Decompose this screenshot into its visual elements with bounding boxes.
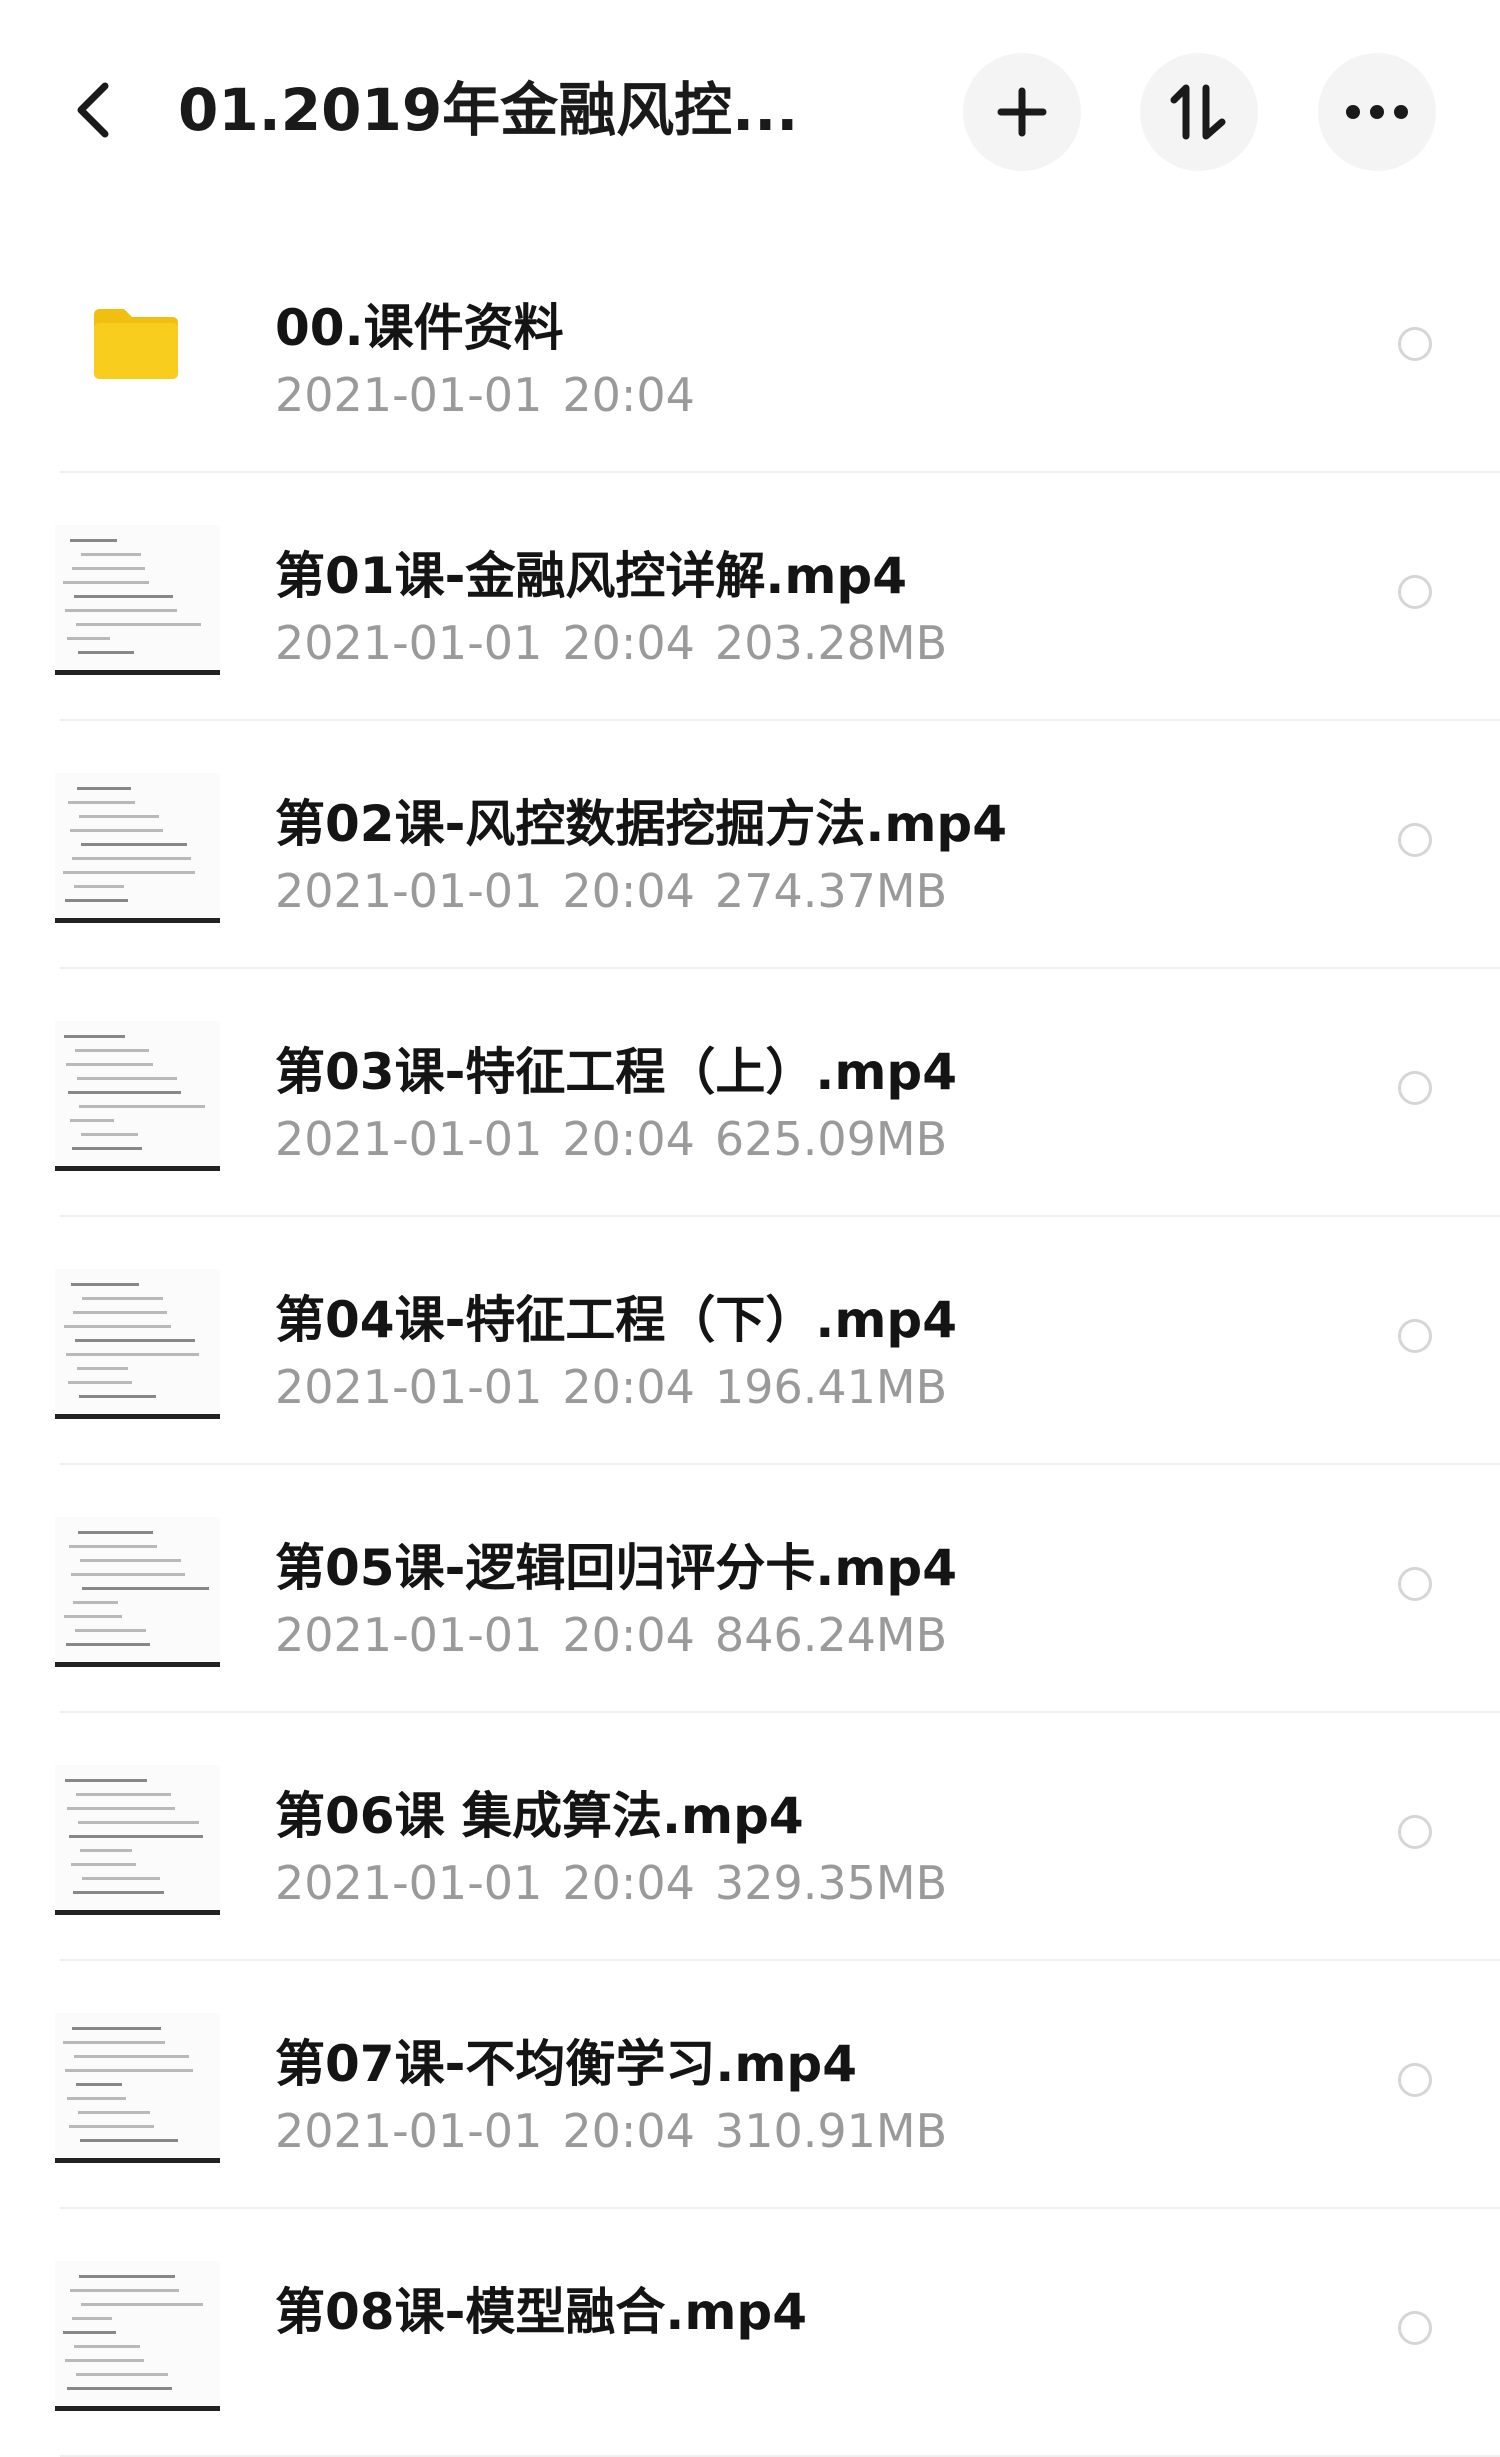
folder-icon xyxy=(94,309,178,379)
file-row[interactable]: 第01课-金融风控详解.mp4 2021-01-01 20:04 203.28MB xyxy=(0,473,1500,721)
file-time: 20:04 xyxy=(562,368,695,422)
sort-icon xyxy=(1170,84,1226,140)
select-radio[interactable] xyxy=(1398,1319,1432,1353)
file-meta: 2021-01-01 20:04 846.24MB xyxy=(275,1603,1325,1667)
file-size: 196.41MB xyxy=(714,1360,948,1414)
ellipsis-icon xyxy=(1346,105,1408,119)
file-size: 310.91MB xyxy=(714,2104,948,2158)
file-size: 203.28MB xyxy=(714,616,948,670)
file-meta xyxy=(275,2347,1325,2411)
file-name: 第03课-特征工程（上）.mp4 xyxy=(275,1043,958,1101)
file-time: 20:04 xyxy=(562,1360,695,1414)
file-row[interactable]: 第05课-逻辑回归评分卡.mp4 2021-01-01 20:04 846.24MB xyxy=(0,1465,1500,1713)
file-name: 第02课-风控数据挖掘方法.mp4 xyxy=(275,795,1008,853)
file-date: 2021-01-01 xyxy=(275,616,543,670)
file-time: 20:04 xyxy=(562,1856,695,1910)
video-thumbnail xyxy=(55,1517,220,1667)
file-date: 2021-01-01 xyxy=(275,864,543,918)
file-row[interactable]: 第08课-模型融合.mp4 xyxy=(0,2209,1500,2457)
video-thumbnail xyxy=(55,1765,220,1915)
file-size: 274.37MB xyxy=(714,864,948,918)
select-radio[interactable] xyxy=(1398,1071,1432,1105)
file-name: 第06课 集成算法.mp4 xyxy=(275,1787,804,1845)
file-row[interactable]: 第04课-特征工程（下）.mp4 2021-01-01 20:04 196.41MB xyxy=(0,1217,1500,1465)
file-row[interactable]: 第02课-风控数据挖掘方法.mp4 2021-01-01 20:04 274.37MB xyxy=(0,721,1500,969)
file-date: 2021-01-01 xyxy=(275,1608,543,1662)
file-row[interactable]: 第03课-特征工程（上）.mp4 2021-01-01 20:04 625.09MB xyxy=(0,969,1500,1217)
file-time: 20:04 xyxy=(562,2104,695,2158)
file-time: 20:04 xyxy=(562,864,695,918)
select-radio[interactable] xyxy=(1398,2311,1432,2345)
select-radio[interactable] xyxy=(1398,823,1432,857)
file-date: 2021-01-01 xyxy=(275,2104,543,2158)
top-bar: 01.2019年金融风控... xyxy=(0,0,1500,225)
file-date: 2021-01-01 xyxy=(275,368,543,422)
file-size: 846.24MB xyxy=(714,1608,948,1662)
video-thumbnail xyxy=(55,2261,220,2411)
video-thumbnail xyxy=(55,525,220,675)
file-name: 00.课件资料 xyxy=(275,299,564,357)
more-button[interactable] xyxy=(1318,53,1436,171)
add-button[interactable] xyxy=(963,53,1081,171)
sort-button[interactable] xyxy=(1140,53,1258,171)
back-button[interactable] xyxy=(58,72,128,148)
video-thumbnail xyxy=(55,1021,220,1171)
folder-row[interactable]: 00.课件资料 2021-01-01 20:04 xyxy=(0,225,1500,473)
select-radio[interactable] xyxy=(1398,1815,1432,1849)
file-meta: 2021-01-01 20:04 196.41MB xyxy=(275,1355,1325,1419)
folder-title: 01.2019年金融风控... xyxy=(178,76,799,144)
video-thumbnail xyxy=(55,1269,220,1419)
select-radio[interactable] xyxy=(1398,2063,1432,2097)
file-date: 2021-01-01 xyxy=(275,1856,543,1910)
file-name: 第07课-不均衡学习.mp4 xyxy=(275,2035,858,2093)
file-name: 第08课-模型融合.mp4 xyxy=(275,2283,808,2341)
select-radio[interactable] xyxy=(1398,1567,1432,1601)
file-name: 第04课-特征工程（下）.mp4 xyxy=(275,1291,958,1349)
file-size: 625.09MB xyxy=(714,1112,948,1166)
file-meta: 2021-01-01 20:04 274.37MB xyxy=(275,859,1325,923)
file-meta: 2021-01-01 20:04 625.09MB xyxy=(275,1107,1325,1171)
file-time: 20:04 xyxy=(562,1112,695,1166)
select-radio[interactable] xyxy=(1398,575,1432,609)
file-meta: 2021-01-01 20:04 310.91MB xyxy=(275,2099,1325,2163)
file-time: 20:04 xyxy=(562,1608,695,1662)
file-date: 2021-01-01 xyxy=(275,1112,543,1166)
file-size: 329.35MB xyxy=(714,1856,948,1910)
file-meta: 2021-01-01 20:04 329.35MB xyxy=(275,1851,1325,1915)
file-name: 第05课-逻辑回归评分卡.mp4 xyxy=(275,1539,958,1597)
file-meta: 2021-01-01 20:04 xyxy=(275,363,1325,427)
video-thumbnail xyxy=(55,773,220,923)
file-date: 2021-01-01 xyxy=(275,1360,543,1414)
plus-icon xyxy=(997,87,1047,137)
file-row[interactable]: 第07课-不均衡学习.mp4 2021-01-01 20:04 310.91MB xyxy=(0,1961,1500,2209)
file-time: 20:04 xyxy=(562,616,695,670)
chevron-left-icon xyxy=(77,82,109,138)
file-name: 第01课-金融风控详解.mp4 xyxy=(275,547,908,605)
file-row[interactable]: 第06课 集成算法.mp4 2021-01-01 20:04 329.35MB xyxy=(0,1713,1500,1961)
select-radio[interactable] xyxy=(1398,327,1432,361)
video-thumbnail xyxy=(55,2013,220,2163)
file-meta: 2021-01-01 20:04 203.28MB xyxy=(275,611,1325,675)
